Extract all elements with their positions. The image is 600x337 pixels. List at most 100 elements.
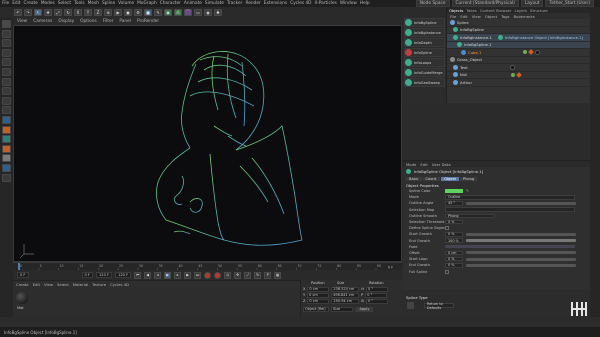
start-loop-slider[interactable]: [466, 257, 576, 261]
coord-size-dropdown[interactable]: Size: [331, 306, 353, 312]
palette-infodepth[interactable]: InfoDepth: [404, 38, 445, 47]
coordinate-system-icon[interactable]: ⊕: [104, 8, 112, 16]
palette-infoguidemerge[interactable]: InfoGuideMerge: [404, 68, 445, 77]
node-space-dropdown[interactable]: Current (Standard/Physical): [451, 0, 519, 7]
viewport-menu-view[interactable]: View: [17, 19, 27, 24]
play-icon[interactable]: ▶: [164, 271, 172, 279]
snap-icon[interactable]: [2, 106, 11, 115]
object-row[interactable]: Cube.1: [447, 49, 590, 57]
full-spline-checkbox[interactable]: [445, 269, 449, 274]
selection-threshold-field[interactable]: 0 %: [445, 219, 463, 225]
timeline-ruler[interactable]: 0 5 10 15 20 25 30 35 40 45 50 55 60 65 70 75 80 85 90 0 F: [13, 262, 402, 271]
menu-create[interactable]: Create: [24, 1, 38, 6]
mat-menu-create[interactable]: Create: [16, 282, 29, 287]
om-menu-edit[interactable]: Edit: [460, 14, 467, 19]
tab-structure[interactable]: Structure: [530, 8, 548, 13]
pen-icon[interactable]: ✎: [154, 8, 162, 16]
menu-render[interactable]: Render: [245, 1, 260, 6]
end-frame-field[interactable]: 120 F: [96, 272, 113, 278]
menu-simulate[interactable]: Simulate: [205, 1, 224, 6]
pla-key-icon[interactable]: ▦: [274, 271, 282, 279]
scale-icon[interactable]: ⤢: [54, 8, 62, 16]
object-row[interactable]: InfoBgSpline: [447, 27, 590, 34]
prev-frame-icon[interactable]: ◂: [154, 271, 162, 279]
tab-layers[interactable]: Layers: [514, 8, 527, 13]
edges-mode-icon[interactable]: [2, 67, 11, 76]
pos-y-field[interactable]: 0 cm: [307, 292, 330, 298]
rot-p-field[interactable]: 0 °: [365, 292, 388, 298]
fade-slider[interactable]: [445, 245, 575, 249]
scale-key-icon[interactable]: ⤢: [244, 271, 252, 279]
viewport-menu-cameras[interactable]: Cameras: [33, 19, 52, 24]
object-row[interactable]: InfoBgInstance.1 InfoBgInstance Object [I…: [447, 34, 590, 42]
define-segments-checkbox[interactable]: [445, 226, 449, 231]
record-icon[interactable]: [204, 271, 212, 279]
viewport-menu-display[interactable]: Display: [58, 19, 74, 24]
om-menu-tags[interactable]: Tags: [501, 14, 509, 19]
object-row[interactable]: Spline: [447, 19, 590, 27]
z-axis-icon[interactable]: Z: [94, 8, 102, 16]
offset-slider[interactable]: [466, 251, 576, 255]
axis-mode-icon[interactable]: [2, 87, 11, 96]
points-mode-icon[interactable]: [2, 58, 11, 67]
next-key-icon[interactable]: ▶: [184, 271, 192, 279]
material-swatch[interactable]: [16, 292, 28, 304]
mat-menu-view[interactable]: View: [44, 282, 53, 287]
eyedropper-icon[interactable]: ✎: [466, 189, 469, 193]
return-to-defaults-button[interactable]: Return to Defaults: [424, 302, 454, 310]
redo-icon[interactable]: ↷: [24, 8, 32, 16]
plugin-a-icon[interactable]: [2, 115, 11, 124]
texture-mode-icon[interactable]: [2, 39, 11, 48]
tab-takes[interactable]: Takes: [466, 8, 476, 13]
viewport-menu-panel[interactable]: Panel: [119, 19, 131, 24]
plugin-g-icon[interactable]: [2, 173, 11, 182]
menu-xparticles[interactable]: X-Particles: [314, 1, 336, 6]
end-growth-2-slider[interactable]: [466, 263, 576, 267]
menu-cycles4d[interactable]: Cycles 4D: [290, 1, 311, 6]
coord-mode-dropdown[interactable]: Object (Rel): [303, 306, 329, 312]
mat-menu-cycles4d[interactable]: Cycles 4D: [110, 282, 129, 287]
live-selection-icon[interactable]: ↖: [34, 8, 42, 16]
rotate-icon[interactable]: ↻: [64, 8, 72, 16]
current-frame-field[interactable]: 0 F: [81, 272, 93, 278]
end-growth-field[interactable]: 100 %: [445, 238, 463, 243]
menu-character[interactable]: Character: [160, 1, 181, 6]
start-loop-field[interactable]: 0 %: [445, 256, 463, 262]
coord-apply-button[interactable]: Apply: [355, 306, 373, 312]
palette-infobginstance[interactable]: InfoBgInstance: [404, 28, 445, 37]
y-axis-icon[interactable]: Y: [84, 8, 92, 16]
uv-tag-icon[interactable]: [516, 71, 523, 78]
polygons-mode-icon[interactable]: [2, 77, 11, 86]
menu-window[interactable]: Window: [340, 1, 357, 6]
go-to-end-icon[interactable]: ⏭: [194, 271, 202, 279]
start-growth-field[interactable]: 0 %: [445, 232, 463, 237]
keyframe-selection-icon[interactable]: ◎: [224, 271, 232, 279]
phong-tag-icon[interactable]: [523, 50, 528, 55]
menu-edit[interactable]: Edit: [12, 1, 20, 6]
edit-render-settings-icon[interactable]: ⚙: [134, 8, 142, 16]
tab-content-browser[interactable]: Content Browser: [480, 8, 512, 13]
om-menu-view[interactable]: View: [472, 14, 481, 19]
go-to-start-icon[interactable]: ⏮: [134, 271, 142, 279]
om-menu-object[interactable]: Object: [485, 14, 497, 19]
rot-b-field[interactable]: 0 °: [365, 298, 388, 304]
size-z-field[interactable]: 250.94 cm: [331, 298, 360, 304]
render-picture-viewer-icon[interactable]: ▣: [124, 8, 132, 16]
menu-tools[interactable]: Tools: [74, 1, 85, 6]
uv-tag-icon[interactable]: [528, 49, 535, 56]
plugin-d-icon[interactable]: [2, 144, 11, 153]
attr-tab-coord[interactable]: Coord.: [422, 176, 441, 181]
3d-viewport[interactable]: [13, 25, 402, 262]
mode-dropdown[interactable]: Outline: [445, 195, 575, 200]
size-y-field[interactable]: 496.841 cm: [331, 292, 360, 298]
menu-mograph[interactable]: MoGraph: [137, 1, 157, 6]
position-key-icon[interactable]: ✥: [234, 271, 242, 279]
mat-menu-material[interactable]: Material: [73, 282, 88, 287]
object-row[interactable]: Grass_Object: [447, 57, 590, 64]
mat-menu-texture[interactable]: Texture: [92, 282, 106, 287]
light-icon[interactable]: ✺: [214, 8, 222, 16]
autokey-icon[interactable]: [214, 271, 222, 279]
attr-menu-userdata[interactable]: User Data: [432, 162, 451, 167]
selection-map-field[interactable]: [445, 207, 575, 212]
menu-extensions[interactable]: Extensions: [264, 1, 287, 6]
